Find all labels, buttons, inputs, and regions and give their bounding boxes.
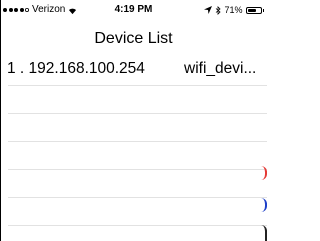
edge-dark-mark <box>261 225 267 241</box>
empty-row <box>8 142 267 170</box>
empty-row <box>8 86 267 114</box>
status-bar: Verizon 4:19 PM 71% <box>0 0 267 20</box>
page-title: Device List <box>94 30 173 47</box>
battery-icon <box>245 6 262 14</box>
device-ip: 1 . 192.168.100.254 <box>7 60 145 77</box>
device-name: wifi_devi... <box>184 60 257 77</box>
battery-tip <box>262 8 264 12</box>
location-icon <box>204 6 213 14</box>
device-list: 1 . 192.168.100.254 wifi_devi... <box>0 56 267 226</box>
status-right: 71% <box>204 0 264 20</box>
battery-fill <box>247 8 257 12</box>
bluetooth-icon <box>216 5 222 15</box>
battery-percent: 71% <box>224 5 243 15</box>
empty-row <box>8 198 267 226</box>
empty-row <box>8 114 267 142</box>
device-row[interactable]: 1 . 192.168.100.254 wifi_devi... <box>7 56 267 86</box>
empty-row <box>8 170 267 198</box>
